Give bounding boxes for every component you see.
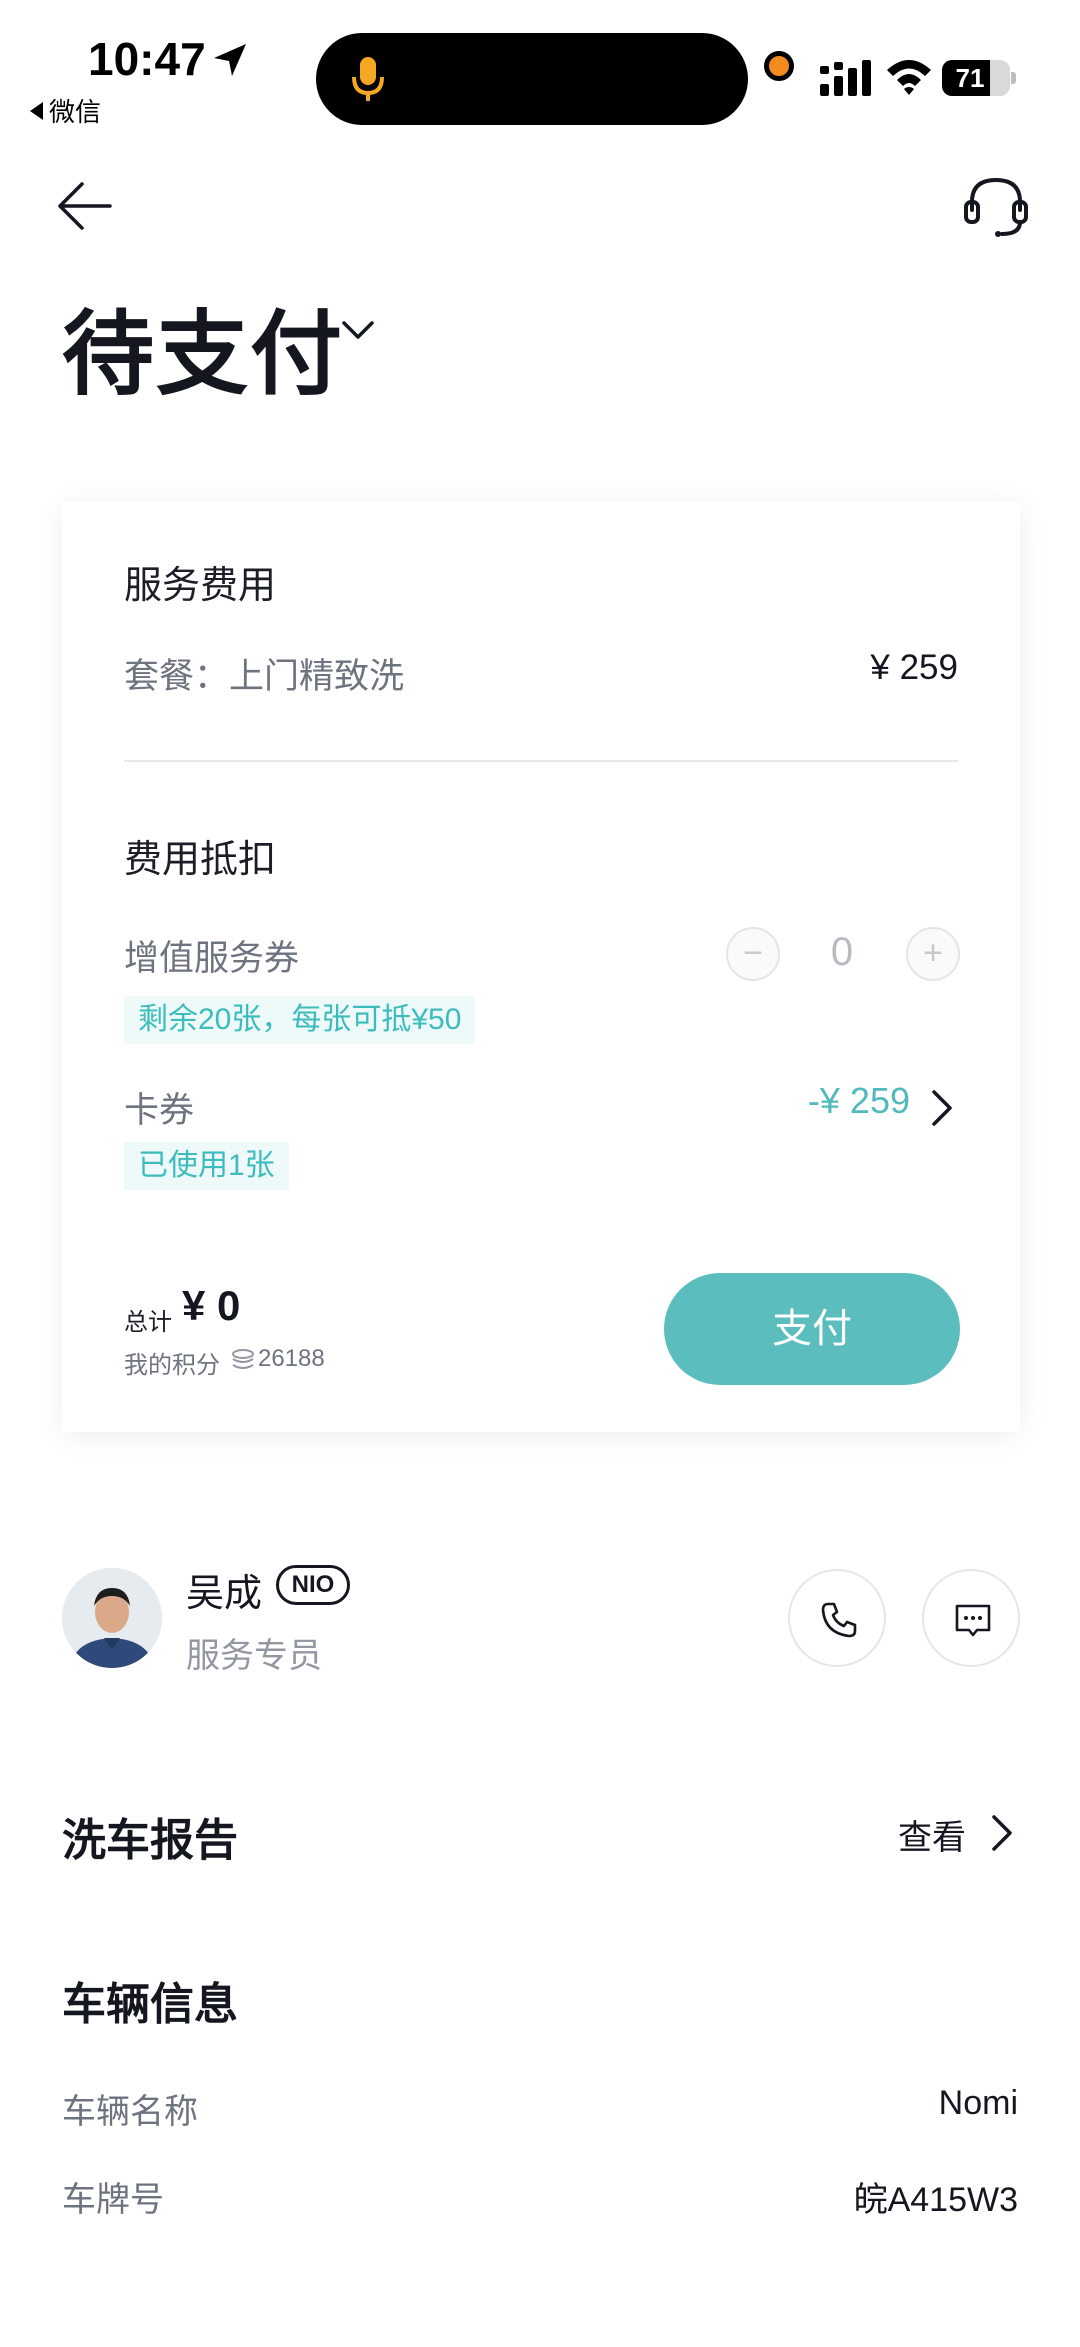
staff-role: 服务专员 <box>186 1637 322 1675</box>
points-label: 我的积分 <box>124 1352 220 1379</box>
call-button[interactable] <box>788 1569 886 1667</box>
card-divider <box>124 760 958 762</box>
coupon-used-tag: 已使用1张 <box>124 1142 289 1190</box>
voucher-remaining-tag: 剩余20张，每张可抵¥50 <box>124 996 476 1044</box>
page-title: 待支付 <box>62 304 345 406</box>
coupon-chevron-right-icon[interactable] <box>930 1088 954 1128</box>
battery-nub <box>1011 72 1016 84</box>
payment-card: 服务费用 套餐：上门精致洗 ¥ 259 费用抵扣 增值服务券 − 0 + 剩余2… <box>62 502 1020 1432</box>
chevron-down-icon[interactable] <box>340 318 376 342</box>
package-label: 套餐：上门精致洗 <box>124 657 405 696</box>
back-app-label: 微信 <box>49 97 102 127</box>
message-button[interactable] <box>922 1569 1020 1667</box>
package-price: ¥ 259 <box>870 648 958 687</box>
view-report-link[interactable]: 查看 <box>898 1810 966 1859</box>
battery-body: 71 <box>942 60 1010 96</box>
staff-avatar-image <box>62 1568 162 1668</box>
location-arrow-icon <box>214 44 246 76</box>
battery-indicator: 71 <box>942 60 1016 96</box>
report-chevron-right-icon[interactable] <box>990 1813 1014 1853</box>
cellular-signal-icon <box>820 60 871 96</box>
message-icon <box>955 1604 991 1637</box>
status-time: 10:47 <box>88 33 206 85</box>
coupon-amount[interactable]: -¥ 259 <box>808 1080 910 1122</box>
points-value: 26188 <box>258 1345 325 1372</box>
deduction-title: 费用抵扣 <box>124 839 277 881</box>
plate-number-value: 皖A415W3 <box>853 2181 1018 2219</box>
wash-report-title: 洗车报告 <box>62 1816 238 1865</box>
vehicle-name-label: 车辆名称 <box>62 2093 198 2131</box>
vehicle-name-value: Nomi <box>938 2084 1018 2122</box>
status-bar: 10:47 微信 71 <box>0 0 1080 150</box>
back-triangle-icon <box>30 101 43 120</box>
pay-button[interactable]: 支付 <box>664 1273 960 1385</box>
dynamic-island <box>316 33 748 125</box>
service-fee-title: 服务费用 <box>124 565 277 607</box>
back-arrow-icon[interactable] <box>54 176 114 236</box>
customer-service-headset-icon[interactable] <box>962 172 1030 240</box>
nio-badge: NIO <box>276 1565 350 1605</box>
plate-number-label: 车牌号 <box>62 2181 164 2219</box>
wifi-icon <box>887 60 931 95</box>
voucher-count: 0 <box>830 930 854 974</box>
coupon-label: 卡券 <box>124 1091 195 1130</box>
voucher-label: 增值服务券 <box>124 939 300 978</box>
points-coin-icon <box>232 1349 254 1369</box>
vehicle-info-title: 车辆信息 <box>62 1980 238 2029</box>
recording-indicator-dot <box>764 51 794 81</box>
staff-name: 吴成 <box>186 1573 263 1615</box>
back-to-app-link[interactable]: 微信 <box>30 92 101 129</box>
microphone-icon <box>352 57 384 101</box>
total-value: ¥ 0 <box>182 1282 241 1329</box>
voucher-decrement-button[interactable]: − <box>726 927 780 981</box>
phone-icon <box>821 1602 857 1638</box>
battery-percent: 71 <box>955 63 985 93</box>
total-label: 总计 <box>124 1309 172 1336</box>
staff-avatar <box>62 1568 162 1668</box>
voucher-increment-button[interactable]: + <box>906 927 960 981</box>
